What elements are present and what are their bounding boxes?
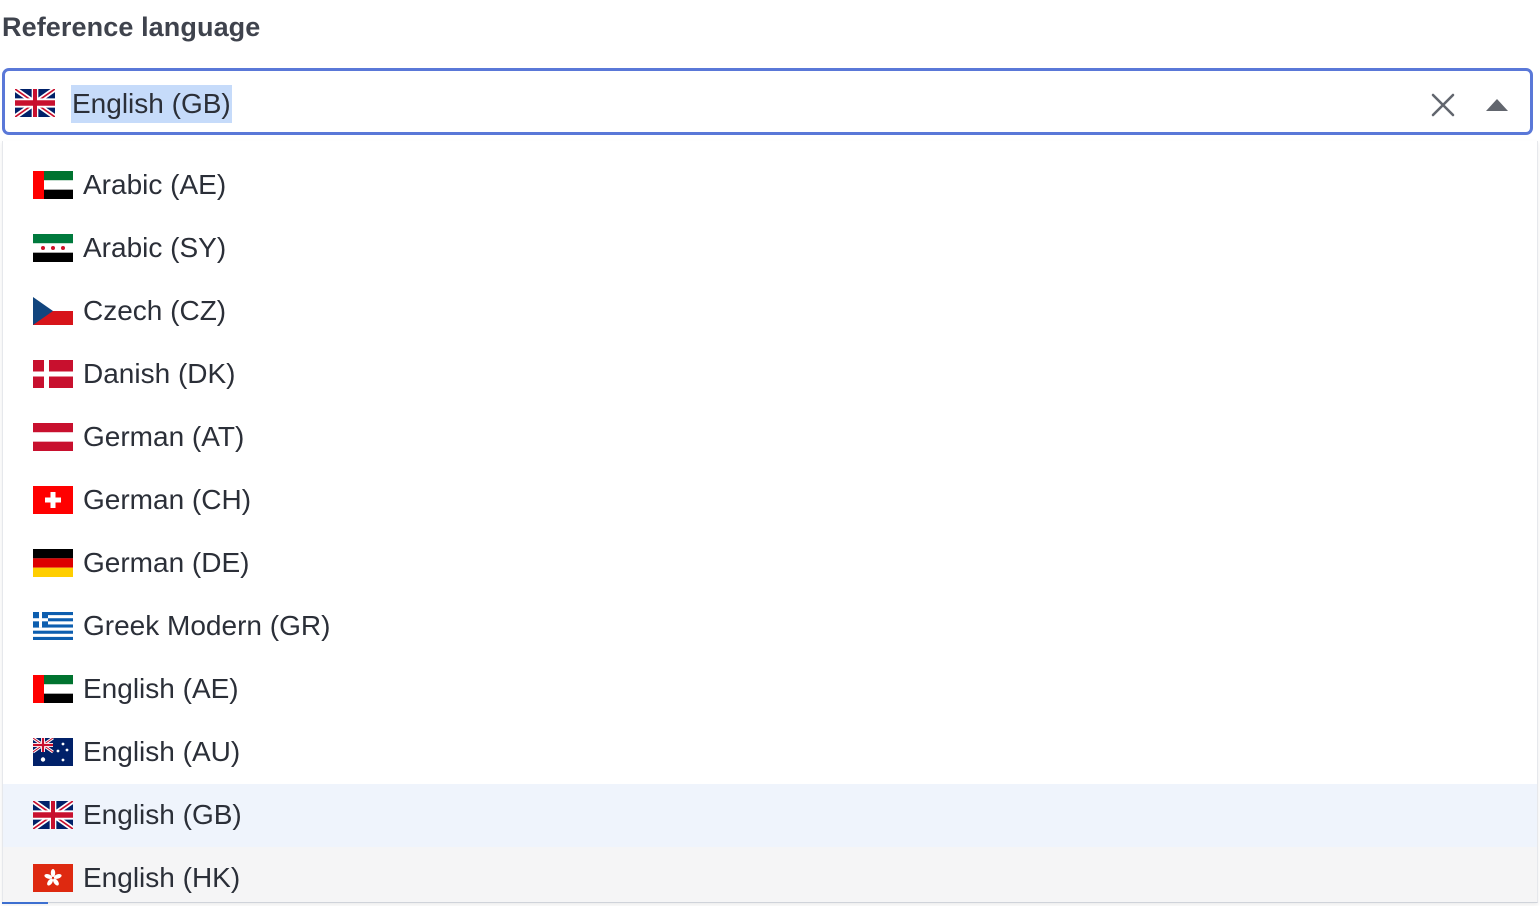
- flag-de-icon: [33, 549, 73, 577]
- option-english-au[interactable]: English (AU): [3, 721, 1537, 784]
- option-german-de[interactable]: German (DE): [3, 532, 1537, 595]
- close-icon: [1431, 93, 1455, 117]
- option-label: German (DE): [83, 547, 250, 578]
- flag-hk-icon: [33, 864, 73, 892]
- option-german-at[interactable]: German (AT): [3, 406, 1537, 469]
- flag-ae-icon: [33, 171, 73, 199]
- option-arabic-ae[interactable]: Arabic (AE): [3, 154, 1537, 217]
- option-label: English (GB): [83, 799, 242, 830]
- option-arabic-sy[interactable]: Arabic (SY): [3, 217, 1537, 280]
- underlying-link-underline: [2, 902, 48, 904]
- option-label: Greek Modern (GR): [83, 610, 331, 641]
- option-label: Czech (CZ): [83, 295, 227, 326]
- language-select[interactable]: English (GB): [2, 68, 1533, 135]
- select-value-input[interactable]: English (GB): [71, 85, 232, 123]
- flag-gb-icon: [15, 89, 55, 117]
- flag-ae-icon: [33, 675, 73, 703]
- option-czech-cz[interactable]: Czech (CZ): [3, 280, 1537, 343]
- option-label: Arabic (SY): [83, 232, 227, 263]
- clear-button[interactable]: [1423, 85, 1463, 125]
- option-label: English (AE): [83, 673, 239, 704]
- option-label: German (CH): [83, 484, 252, 515]
- option-english-ae[interactable]: English (AE): [3, 658, 1537, 721]
- field-label: Reference language: [2, 12, 261, 42]
- flag-cz-icon: [33, 297, 73, 325]
- language-options-list: Arabic (AE) Arabic (SY) Czech (CZ) Danis…: [2, 141, 1538, 903]
- option-label: German (AT): [83, 421, 245, 452]
- flag-gb-icon: [33, 801, 73, 829]
- option-german-ch[interactable]: German (CH): [3, 469, 1537, 532]
- option-label: Arabic (AE): [83, 169, 227, 200]
- option-danish-dk[interactable]: Danish (DK): [3, 343, 1537, 406]
- caret-up-icon: [1486, 99, 1508, 111]
- option-greek-modern-gr[interactable]: Greek Modern (GR): [3, 595, 1537, 658]
- flag-sy-icon: [33, 234, 73, 262]
- dropdown-toggle-button[interactable]: [1477, 85, 1517, 125]
- option-english-hk[interactable]: English (HK): [3, 847, 1537, 902]
- flag-at-icon: [33, 423, 73, 451]
- option-label: Danish (DK): [83, 358, 236, 389]
- flag-au-icon: [33, 738, 73, 766]
- flag-dk-icon: [33, 360, 73, 388]
- option-english-gb[interactable]: English (GB): [3, 784, 1537, 847]
- option-label: English (HK): [83, 862, 241, 893]
- flag-gr-icon: [33, 612, 73, 640]
- flag-ch-icon: [33, 486, 73, 514]
- option-label: English (AU): [83, 736, 241, 767]
